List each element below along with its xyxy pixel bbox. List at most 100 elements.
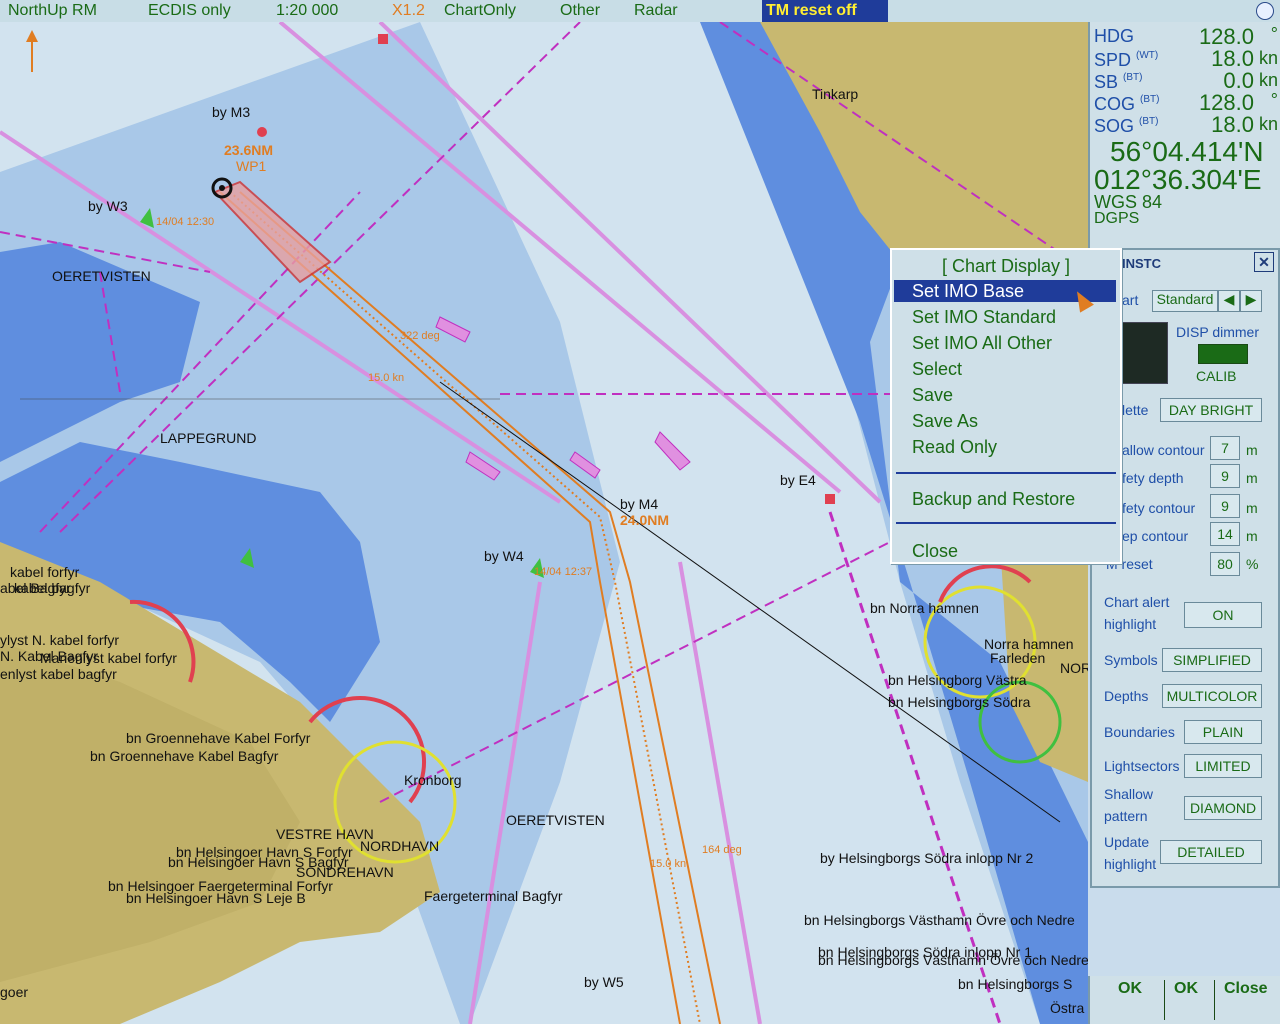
buoy-label: by W4: [484, 548, 524, 564]
beacon-label: Faergeterminal Bagfyr: [424, 888, 563, 904]
beacon-label: ylyst N. kabel forfyr: [0, 632, 120, 648]
leg-speed: 15.0 kn: [368, 372, 405, 384]
waypoint-time: 14/04 12:30: [156, 216, 215, 228]
update-label: Update: [1104, 834, 1150, 850]
place-label: NOR: [1060, 660, 1088, 676]
spd-unit: kn: [1258, 48, 1278, 68]
beacon-label: goer: [0, 984, 29, 1000]
depths-label: Depths: [1104, 688, 1149, 704]
menu-item-backup-restore[interactable]: Backup and Restore: [894, 488, 1116, 510]
waypoint-distance: 23.6NM: [224, 142, 274, 158]
leg-speed: 15.0 kn: [650, 858, 687, 870]
tab-chart[interactable]: art: [1122, 292, 1138, 308]
buoy-label: by M4: [620, 496, 659, 512]
dimmer-preview: [1122, 322, 1168, 384]
buoy-label: by W3: [88, 198, 128, 214]
chart-alert-toggle[interactable]: ON: [1184, 602, 1262, 628]
beacon-label: bn Helsingborgs S: [958, 976, 1073, 992]
menu-item-save-as[interactable]: Save As: [894, 410, 1116, 432]
close-icon[interactable]: ✕: [1254, 252, 1274, 272]
divider: [1214, 980, 1215, 1020]
buoy-label: by M3: [212, 104, 251, 120]
beacon-label: abel Bagfyr: [0, 580, 71, 596]
close-button[interactable]: Close: [1224, 980, 1268, 998]
depths-select[interactable]: MULTICOLOR: [1162, 684, 1262, 708]
place-label: Tinkarp: [812, 86, 859, 102]
beacon-label: bn Groennehave Kabel Forfyr: [126, 730, 311, 746]
waypoint-distance: 24.0NM: [620, 512, 670, 528]
buoy-label: by W5: [584, 974, 624, 990]
tab-standard[interactable]: Standard: [1152, 290, 1218, 312]
cog-label: COG (BT): [1094, 94, 1160, 114]
divider: [1164, 980, 1165, 1020]
lightsectors-select[interactable]: LIMITED: [1184, 754, 1262, 778]
beacon-label: bn Helsingborgs Södra: [888, 694, 1031, 710]
menu-separator: [896, 472, 1116, 474]
deep-contour-input[interactable]: 14: [1210, 522, 1240, 546]
calib-button[interactable]: CALIB: [1196, 368, 1236, 384]
update-label: highlight: [1104, 856, 1157, 872]
tab-prev-arrow[interactable]: ◀: [1218, 290, 1240, 312]
beacon-label: bn Helsingoer Havn S Bagfyr: [168, 854, 349, 870]
radar-button[interactable]: Radar: [634, 2, 678, 20]
menu-item-select[interactable]: Select: [894, 358, 1116, 380]
place-label: Kronborg: [404, 772, 462, 788]
sog-value: 18.0: [1211, 112, 1254, 137]
unit-label: m: [1246, 442, 1258, 458]
symbols-label: Symbols: [1104, 652, 1158, 668]
buoy-label: by Helsingborgs Södra inlopp Nr 2: [820, 850, 1034, 866]
dimmer-slider[interactable]: [1198, 344, 1248, 364]
beacon-label: Marienlyst kabel forfyr: [40, 650, 177, 666]
tm-reset-input[interactable]: 80: [1210, 552, 1240, 576]
menu-item-save[interactable]: Save: [894, 384, 1116, 406]
sb-unit: kn: [1258, 70, 1278, 90]
palette-label: lette: [1122, 402, 1149, 418]
shallow-contour-input[interactable]: 7: [1210, 436, 1240, 460]
beacon-label: bn Helsingborgs Västhamn Övre och Nedre: [804, 912, 1075, 928]
clock-icon[interactable]: [1256, 2, 1274, 20]
chart-scale[interactable]: 1:20 000: [276, 2, 338, 20]
tab-next-arrow[interactable]: ▶: [1240, 290, 1262, 312]
symbols-select[interactable]: SIMPLIFIED: [1162, 648, 1262, 672]
beacon-label: bn Groennehave Kabel Bagfyr: [90, 748, 279, 764]
beacon-label: bn Helsingborgs Västhamn Övre och Nedre: [818, 952, 1088, 968]
display-mode[interactable]: ECDIS only: [148, 2, 231, 20]
waypoint-time: 14/04 12:37: [534, 566, 593, 578]
menu-title: [ Chart Display ]: [941, 256, 1071, 276]
menu-item-set-imo-all-other[interactable]: Set IMO All Other: [894, 332, 1116, 354]
highlight-label: highlight: [1104, 616, 1157, 632]
safety-contour-input[interactable]: 9: [1210, 494, 1240, 518]
sog-unit: kn: [1258, 114, 1278, 134]
boundaries-select[interactable]: PLAIN: [1184, 720, 1262, 744]
hdg-unit: °: [1270, 24, 1278, 44]
update-highlight-select[interactable]: DETAILED: [1160, 840, 1262, 864]
ok-button[interactable]: OK: [1118, 980, 1142, 998]
orientation-mode[interactable]: NorthUp RM: [8, 2, 97, 20]
zoom-level[interactable]: X1.2: [392, 2, 425, 20]
palette-select[interactable]: DAY BRIGHT: [1160, 398, 1262, 422]
safety-depth-input[interactable]: 9: [1210, 464, 1240, 488]
unit-label: %: [1246, 556, 1259, 572]
tm-reset-status[interactable]: TM reset off: [762, 0, 888, 22]
other-button[interactable]: Other: [560, 2, 600, 20]
place-label: OERETVISTEN: [52, 268, 151, 284]
shallow-pattern-select[interactable]: DIAMOND: [1184, 796, 1262, 820]
hdg-label: HDG: [1094, 26, 1134, 46]
waypoint-name: WP1: [236, 158, 267, 174]
unit-label: m: [1246, 470, 1258, 486]
safety-depth-label: fety depth: [1122, 470, 1184, 486]
shallow-contour-label: allow contour: [1122, 442, 1205, 458]
menu-item-read-only[interactable]: Read Only: [894, 436, 1116, 458]
buoy-label: by E4: [780, 472, 816, 488]
position-source: DGPS: [1094, 210, 1140, 227]
menu-item-close[interactable]: Close: [894, 540, 1116, 562]
safety-contour-label: fety contour: [1122, 500, 1196, 516]
ok-button[interactable]: OK: [1174, 980, 1198, 998]
sog-label: SOG (BT): [1094, 116, 1159, 136]
top-status-bar: NorthUp RM ECDIS only 1:20 000 X1.2 Char…: [0, 0, 1280, 23]
spd-label: SPD (WT): [1094, 50, 1159, 70]
lightsectors-label: Lightsectors: [1104, 758, 1180, 774]
chart-only-button[interactable]: ChartOnly: [444, 2, 516, 20]
unit-label: m: [1246, 500, 1258, 516]
sb-label: SB (BT): [1094, 72, 1143, 92]
